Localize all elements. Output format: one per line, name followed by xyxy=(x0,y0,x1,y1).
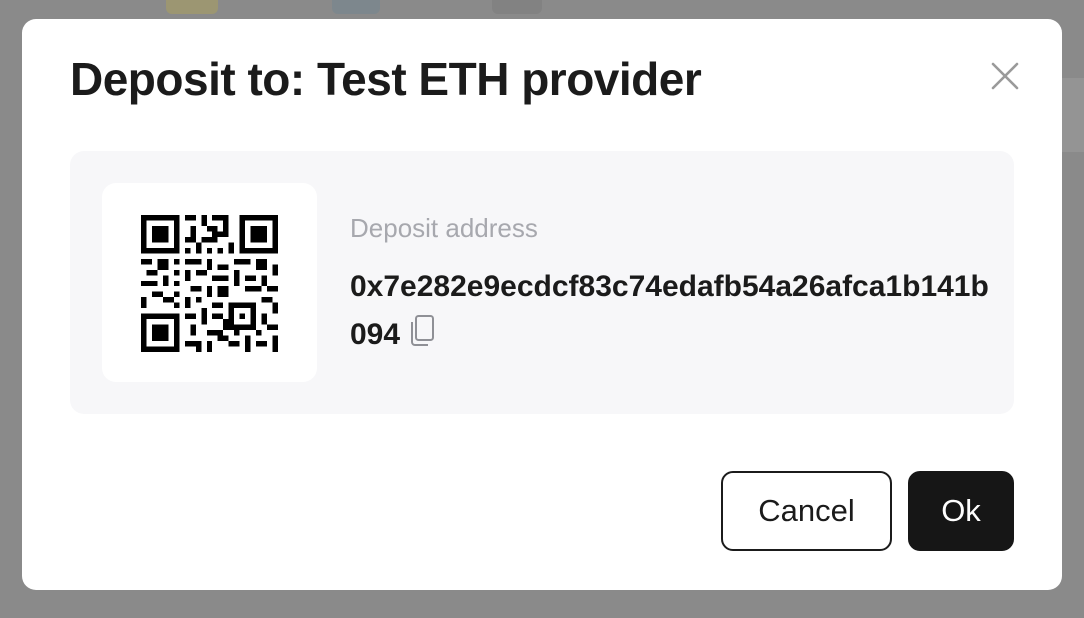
deposit-address-text: 0x7e282e9ecdcf83c74edafb54a26afca1b141b0… xyxy=(350,270,989,351)
deposit-address-value: 0x7e282e9ecdcf83c74edafb54a26afca1b141b0… xyxy=(350,263,990,359)
background-element xyxy=(1062,78,1084,152)
close-button[interactable] xyxy=(985,56,1025,96)
background-element xyxy=(166,0,218,14)
qr-card xyxy=(102,183,317,382)
deposit-dialog: Deposit to: Test ETH provider Deposit ad… xyxy=(22,19,1062,590)
ok-button[interactable]: Ok xyxy=(908,471,1014,551)
background-element xyxy=(492,0,542,14)
copy-icon xyxy=(411,315,435,346)
dialog-title: Deposit to: Test ETH provider xyxy=(70,53,702,105)
qr-code xyxy=(141,215,278,352)
copy-address-button[interactable] xyxy=(408,314,436,348)
deposit-address-label: Deposit address xyxy=(350,213,538,243)
background-element xyxy=(332,0,380,14)
cancel-button[interactable]: Cancel xyxy=(721,471,892,551)
close-icon xyxy=(991,62,1019,90)
deposit-info-panel: Deposit address 0x7e282e9ecdcf83c74edafb… xyxy=(70,151,1014,414)
